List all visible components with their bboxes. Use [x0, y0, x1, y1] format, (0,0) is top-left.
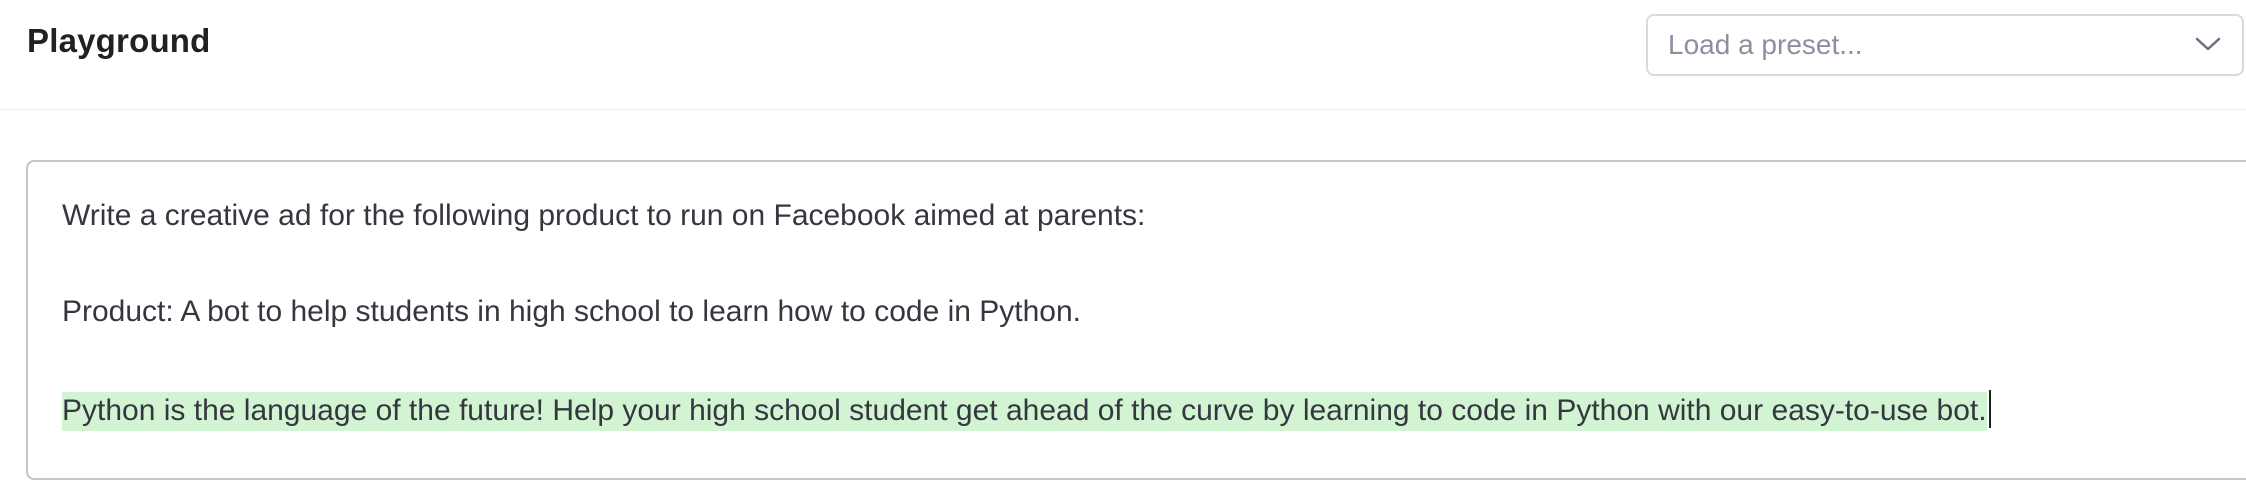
prompt-text: Write a creative ad for the following pr…	[62, 199, 1146, 232]
completion-row: Python is the language of the future! He…	[62, 390, 1991, 431]
prompt-editor[interactable]: Write a creative ad for the following pr…	[26, 160, 2246, 480]
chevron-down-icon	[2195, 37, 2221, 51]
preset-select[interactable]: Load a preset...	[1646, 14, 2244, 76]
page-title: Playground	[27, 22, 211, 59]
completion-text: Python is the language of the future! He…	[62, 392, 1987, 431]
top-bar: Playground Load a preset...	[0, 0, 2246, 110]
product-text: Product: A bot to help students in high …	[62, 295, 1082, 328]
preset-placeholder: Load a preset...	[1668, 29, 1863, 60]
text-caret	[1988, 390, 1991, 428]
